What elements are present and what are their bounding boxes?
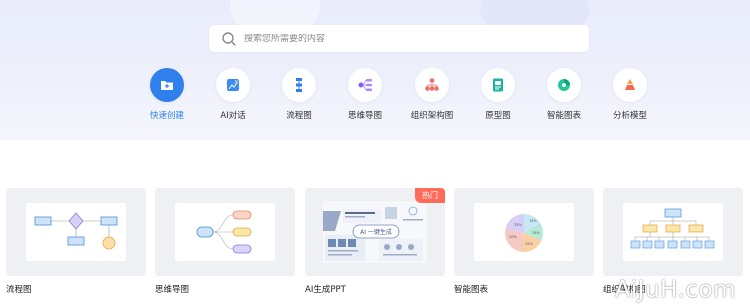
- pie-chart-preview: 15% 15% 15% 20% 35%: [505, 214, 543, 252]
- category-ai-chat[interactable]: AI AI对话: [200, 68, 266, 121]
- card-preview: 15% 15% 15% 20% 35%: [474, 203, 574, 261]
- svg-text:AI: AI: [235, 80, 239, 85]
- flowchart-icon: [296, 78, 302, 92]
- category-icon-circle: [481, 68, 515, 102]
- category-quick-create[interactable]: 快速创建: [134, 68, 200, 121]
- category-label: AI对话: [220, 111, 246, 121]
- template-card-ai-ppt[interactable]: AI 一键生成 热门 AI生成PPT: [305, 188, 445, 295]
- card-preview: [175, 203, 275, 261]
- category-label: 分析模型: [612, 111, 647, 121]
- template-card-mindmap[interactable]: 思维导图: [155, 188, 295, 295]
- hot-badge: 热门: [415, 188, 445, 203]
- mindmap-icon: [358, 79, 372, 91]
- card-title: 流程图: [6, 285, 32, 295]
- category-label: 流程图: [286, 111, 312, 121]
- template-card-flowchart[interactable]: 流程图: [6, 188, 146, 295]
- search-icon: [222, 31, 236, 46]
- analysis-model-icon: [625, 79, 635, 90]
- card-title: AI生成PPT: [305, 285, 346, 295]
- mindmap-preview: [196, 210, 252, 254]
- category-mindmap[interactable]: 思维导图: [332, 68, 398, 121]
- card-preview: [26, 203, 126, 261]
- category-label: 快速创建: [149, 111, 184, 121]
- category-flowchart[interactable]: 流程图: [266, 68, 332, 121]
- category-label: 原型图: [485, 111, 511, 121]
- search-input[interactable]: [244, 33, 544, 44]
- card-title: 智能图表: [454, 285, 489, 295]
- pie-label: 20%: [509, 235, 517, 239]
- category-analysis-model[interactable]: 分析模型: [597, 68, 663, 121]
- watermark: AiJuH.com: [614, 277, 736, 303]
- category-icon-circle: [547, 68, 581, 102]
- flowchart-preview: [34, 212, 118, 250]
- category-bar: 快速创建 AI AI对话 流程图 思维导图 组织架构图 原型图 智能图表 分析模…: [0, 68, 750, 128]
- card-thumbnail: [6, 188, 146, 276]
- category-label: 组织架构图: [410, 111, 454, 121]
- category-icon-circle: [150, 68, 184, 102]
- org-chart-preview: [630, 208, 715, 249]
- search-bar[interactable]: [209, 25, 589, 52]
- category-org-chart[interactable]: 组织架构图: [399, 68, 465, 121]
- prototype-icon: [493, 78, 503, 92]
- pie-label: 15%: [525, 242, 533, 246]
- ai-chat-icon: AI: [227, 79, 239, 91]
- category-icon-circle: [348, 68, 382, 102]
- template-card-smart-chart[interactable]: 15% 15% 15% 20% 35% 智能图表: [454, 188, 594, 295]
- pie-label: 35%: [514, 223, 522, 227]
- category-icon-circle: AI: [216, 68, 250, 102]
- category-smart-chart[interactable]: 智能图表: [531, 68, 597, 121]
- pie-label: 15%: [529, 219, 537, 223]
- category-prototype[interactable]: 原型图: [465, 68, 531, 121]
- category-icon-circle: [415, 68, 449, 102]
- card-thumbnail: [155, 188, 295, 276]
- card-thumbnail: [603, 188, 743, 276]
- card-preview: [623, 203, 723, 261]
- card-title: 思维导图: [155, 285, 190, 295]
- ai-generate-label: AI 一键生成: [360, 228, 392, 236]
- card-thumbnail: AI 一键生成 热门: [305, 188, 445, 276]
- card-thumbnail: 15% 15% 15% 20% 35%: [454, 188, 594, 276]
- hero-banner: 快速创建 AI AI对话 流程: [0, 0, 750, 140]
- category-icon-circle: [282, 68, 316, 102]
- category-label: 智能图表: [546, 111, 581, 121]
- ppt-preview: AI 一键生成: [323, 201, 427, 263]
- pie-label: 15%: [532, 231, 540, 235]
- category-label: 思维导图: [347, 111, 382, 121]
- card-preview: AI 一键生成: [323, 201, 427, 263]
- org-chart-icon: [425, 78, 439, 91]
- folder-plus-icon: [161, 81, 173, 90]
- smart-chart-icon: [558, 79, 570, 91]
- category-icon-circle: [613, 68, 647, 102]
